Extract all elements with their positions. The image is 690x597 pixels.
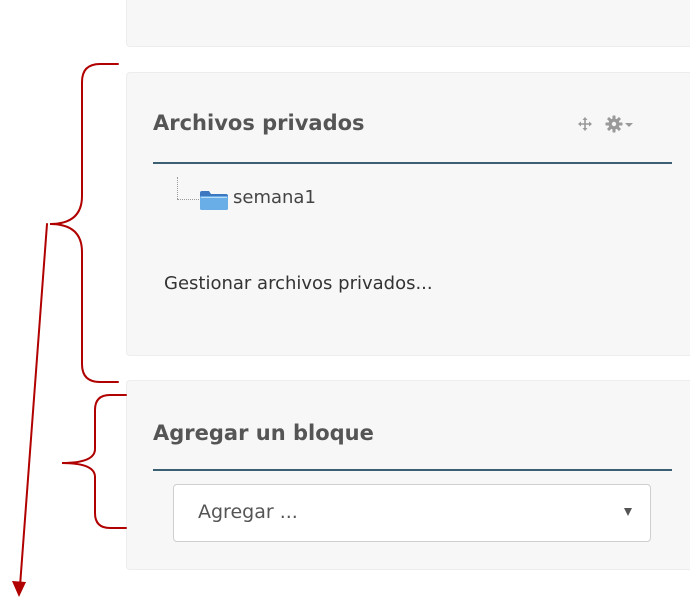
- annotation-arrow-line: [19, 223, 48, 587]
- block-actions-menu[interactable]: [605, 115, 633, 133]
- annotation-arrowhead: [12, 581, 26, 597]
- add-block-select-value: Agregar ...: [198, 501, 298, 523]
- move-icon[interactable]: [577, 116, 593, 132]
- chevron-down-icon: [624, 508, 632, 516]
- manage-private-files-link[interactable]: Gestionar archivos privados...: [164, 273, 433, 294]
- folder-semana1[interactable]: semana1: [233, 187, 316, 208]
- block-controls: [577, 115, 633, 133]
- add-block-select[interactable]: Agregar ...: [173, 484, 651, 542]
- tree-connector: [177, 199, 199, 200]
- add-block-card: Agregar un bloque Agregar ...: [126, 380, 690, 570]
- add-block-title: Agregar un bloque: [153, 421, 374, 445]
- folder-icon: [199, 189, 229, 216]
- private-files-title: Archivos privados: [153, 111, 365, 135]
- previous-block-card: [126, 0, 690, 47]
- tree-connector: [177, 177, 178, 199]
- file-tree: semana1: [177, 177, 377, 217]
- title-divider: [153, 469, 672, 471]
- gear-icon: [605, 115, 623, 133]
- title-divider: [153, 162, 672, 164]
- annotation-brace-private-files: [49, 63, 119, 383]
- annotation-brace-add-block: [61, 394, 127, 529]
- private-files-block: Archivos privados semana1 Gestionar arch…: [126, 72, 690, 356]
- chevron-down-icon: [625, 123, 633, 127]
